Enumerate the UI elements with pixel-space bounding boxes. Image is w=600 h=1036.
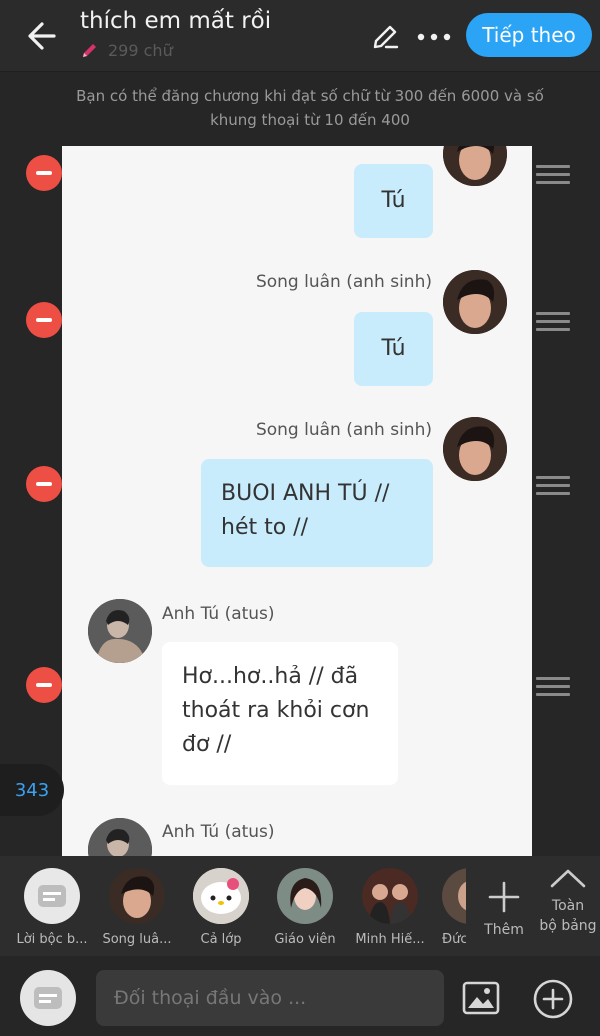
top-bar: thích em mất rồi 299 chữ Tiếp theo (0, 0, 600, 72)
message-text: Tú (381, 336, 406, 361)
character-label: Song luâ... (102, 932, 172, 947)
add-character-label: Thêm (484, 922, 524, 938)
character-label: Giáo viên (274, 932, 336, 947)
avatar (88, 818, 152, 856)
more-options-icon[interactable] (414, 20, 454, 54)
speaker-name: Song luân (anh sinh) (255, 420, 432, 440)
dialogue-input[interactable] (96, 970, 444, 1026)
avatar (109, 868, 165, 924)
pencil-icon (83, 44, 96, 57)
word-count-text: 299 chữ (108, 40, 173, 60)
drag-handle-icon[interactable] (536, 165, 570, 185)
character-narration[interactable]: Lời bộc b... (12, 868, 92, 947)
chat-preview: Tú Song luân (anh sinh) Tú Song luân (an… (62, 146, 532, 856)
whole-board-label-line: Toàn (551, 898, 585, 914)
avatar (442, 868, 466, 924)
chapter-title[interactable]: thích em mất rồi (80, 8, 271, 34)
message-text-line: hét to // (221, 515, 309, 540)
delete-message-button[interactable] (26, 302, 62, 338)
image-icon[interactable] (462, 980, 500, 1016)
message-bubble[interactable]: Tú (354, 164, 433, 238)
whole-board-label-line: bộ bảng (539, 918, 597, 934)
character-bar: Lời bộc b... Song luâ... Cả lớp Giáo viê… (0, 856, 600, 956)
message-bubble[interactable]: BUOI ANH TÚ // hét to // (201, 459, 433, 567)
back-arrow-icon[interactable] (24, 18, 64, 54)
character-label: Đức (442, 932, 466, 947)
delete-message-button[interactable] (26, 155, 62, 191)
message-text-line: đơ // (182, 732, 232, 757)
next-button[interactable]: Tiếp theo (466, 13, 592, 57)
avatar (193, 868, 249, 924)
speaker-name: Anh Tú (atus) (162, 604, 275, 624)
narration-icon (34, 987, 62, 1009)
avatar (443, 270, 507, 334)
character-label: Lời bộc b... (16, 932, 88, 947)
delete-message-button[interactable] (26, 667, 62, 703)
message-text: Tú (381, 188, 406, 213)
plus-icon (488, 881, 520, 913)
word-count: 299 chữ (80, 40, 173, 60)
whole-board-button[interactable]: Toàn bộ bảng (536, 866, 600, 936)
avatar (362, 868, 418, 924)
avatar (277, 868, 333, 924)
message-text-line: Hơ...hơ..hả // đã (182, 664, 359, 689)
message-bubble[interactable]: Tú (354, 312, 433, 386)
drag-handle-icon[interactable] (536, 312, 570, 332)
dialogue-counter-badge[interactable]: 343 (0, 764, 64, 816)
avatar (88, 599, 152, 663)
character-label: Minh Hiế... (355, 932, 425, 947)
publish-notice: Bạn có thể đăng chương khi đạt số chữ từ… (76, 87, 544, 129)
character-song-luan[interactable]: Song luâ... (97, 868, 177, 947)
character-minh-hieu[interactable]: Minh Hiế... (350, 868, 430, 947)
chevron-up-icon (550, 869, 586, 888)
character-giao-vien[interactable]: Giáo viên (265, 868, 345, 947)
character-label: Cả lớp (200, 932, 242, 947)
delete-message-button[interactable] (26, 466, 62, 502)
message-bubble[interactable]: Hơ...hơ..hả // đã thoát ra khỏi cơn đơ /… (162, 642, 398, 785)
input-bar (0, 956, 600, 1036)
edit-icon[interactable] (368, 20, 402, 54)
drag-handle-icon[interactable] (536, 677, 570, 697)
speaker-name: Anh Tú (atus) (162, 822, 275, 842)
add-icon[interactable] (532, 978, 574, 1020)
add-character-button[interactable]: Thêm (476, 880, 532, 938)
narration-icon (24, 868, 80, 924)
character-ca-lop[interactable]: Cả lớp (181, 868, 261, 947)
message-text-line: BUOI ANH TÚ // (221, 481, 390, 506)
message-text-line: thoát ra khỏi cơn (182, 698, 370, 723)
narration-toggle-button[interactable] (20, 970, 76, 1026)
drag-handle-icon[interactable] (536, 476, 570, 496)
avatar (443, 146, 507, 186)
speaker-name: Song luân (anh sinh) (255, 272, 432, 292)
character-duc[interactable]: Đức (430, 868, 466, 947)
avatar (443, 417, 507, 481)
